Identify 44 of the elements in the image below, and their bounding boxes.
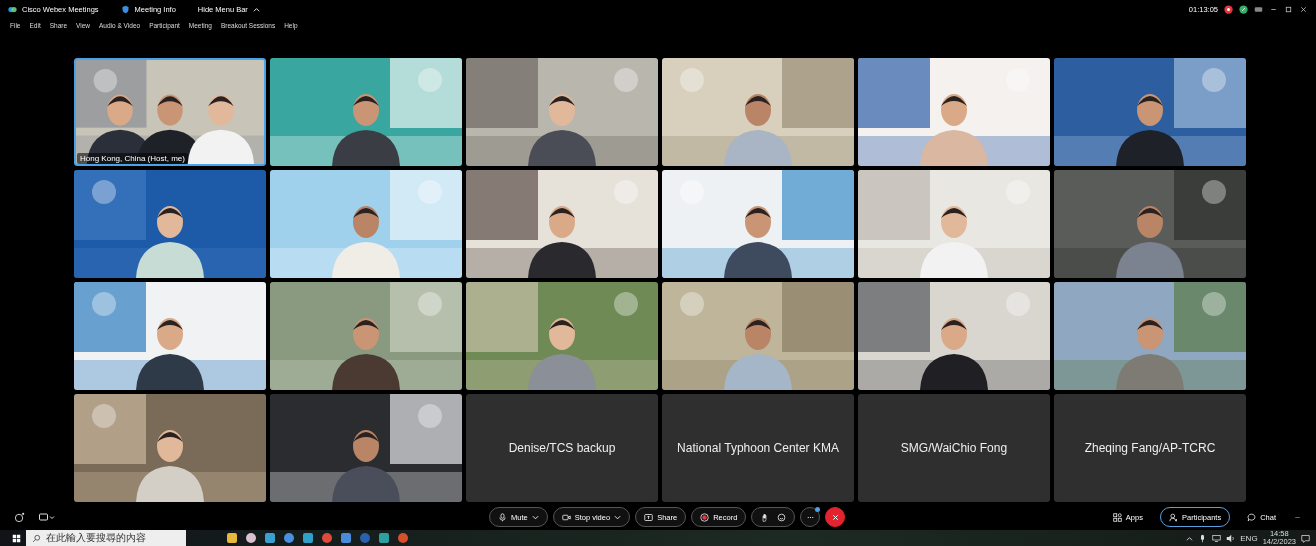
record-icon [700,512,710,522]
shield-icon[interactable] [120,4,130,14]
windows-start-icon[interactable] [12,533,21,543]
taskbar-app-icon[interactable] [283,532,295,544]
taskbar-app-icon[interactable] [340,532,352,544]
captions-icon[interactable] [39,512,55,522]
caret-icon[interactable] [614,514,622,520]
more-button[interactable] [800,507,821,527]
hand-icon [760,512,770,522]
participant-name: Zheqing Fang/AP-TCRC [1084,441,1216,455]
participant-name: National Typhoon Center KMA [677,441,839,455]
layout-icon[interactable] [14,511,25,523]
smiley-icon [777,512,787,522]
taskbar-app-icon[interactable] [321,532,333,544]
taskbar-search-field[interactable]: 在此輸入要搜尋的內容 [26,530,186,546]
search-icon [32,533,41,543]
reactions-button[interactable] [751,507,796,527]
close-icon [830,512,840,522]
caret-icon[interactable] [531,514,539,520]
camera-icon [561,512,571,522]
participant-name: SMG/WaiChio Fong [900,441,1008,455]
leave-button[interactable] [825,507,846,527]
share-icon [644,512,654,522]
edit-status-icon [1239,4,1248,14]
chat-icon [1247,512,1257,522]
person-icon [1168,512,1178,522]
microphone-icon [498,512,507,522]
record-status-icon [1224,4,1233,14]
taskbar-app-icon[interactable] [378,532,390,544]
network-icon[interactable] [1212,533,1222,543]
participant-name: Hong Kong, China (Host, me) [77,153,188,164]
caret-up-icon[interactable] [1186,535,1194,541]
app-logo-icon [8,4,17,14]
taskbar-app-icon[interactable] [302,532,314,544]
apps-icon [1112,512,1122,522]
speaker-icon[interactable] [1226,533,1236,543]
taskbar-app-icon[interactable] [226,532,238,544]
language-indicator[interactable]: ENG [1240,533,1258,543]
close-icon[interactable] [1299,4,1308,14]
participant-name: Denise/TCS backup [508,441,616,455]
taskbar-app-icon[interactable] [245,532,257,544]
restore-icon[interactable] [1284,4,1293,14]
taskbar-app-icon[interactable] [264,532,276,544]
notification-icon[interactable] [1301,533,1310,543]
